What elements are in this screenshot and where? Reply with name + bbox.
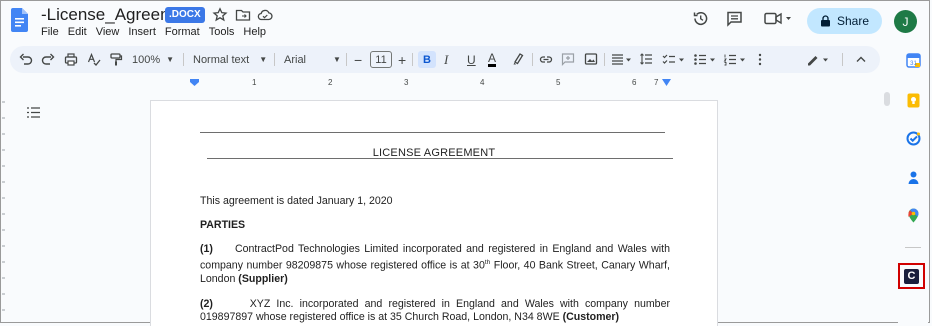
numbered-list-icon[interactable]	[723, 51, 747, 68]
party-1-paragraph: (1) ContractPod Technologies Limited inc…	[200, 243, 670, 286]
underline-button[interactable]: U	[467, 51, 476, 68]
menu-edit[interactable]: Edit	[68, 26, 87, 38]
menu-bar: File Edit View Insert Format Tools Help	[41, 26, 266, 38]
share-label: Share	[836, 14, 870, 28]
bold-button[interactable]: B	[418, 51, 436, 68]
font-size-input[interactable]: 11	[370, 51, 392, 68]
chevron-up-icon[interactable]	[855, 51, 867, 68]
vertical-ruler[interactable]	[0, 96, 6, 324]
highlight-color-icon[interactable]	[511, 51, 525, 68]
redo-icon[interactable]	[41, 51, 55, 68]
party-2-paragraph: (2) XYZ Inc. incorporated and registered…	[200, 298, 670, 325]
menu-tools[interactable]: Tools	[209, 26, 235, 38]
checklist-icon[interactable]	[662, 51, 686, 68]
style-select[interactable]: Normal text ▼	[193, 51, 267, 68]
italic-button[interactable]: I	[444, 51, 448, 68]
version-history-icon[interactable]	[692, 10, 709, 27]
more-options-icon[interactable]	[757, 51, 763, 68]
menu-file[interactable]: File	[41, 26, 59, 38]
lock-icon	[820, 15, 830, 27]
insert-link-icon[interactable]	[539, 51, 553, 68]
document-page[interactable]: LICENSE AGREEMENT This agreement is date…	[150, 100, 718, 326]
chevron-down-icon: ▼	[333, 55, 341, 64]
ruler-mark: 6	[632, 78, 637, 87]
formatting-toolbar: 100% ▼ Normal text ▼ Arial ▼ − 11 + B I U A	[10, 46, 880, 73]
spelling-check-icon[interactable]	[87, 51, 101, 68]
font-select[interactable]: Arial ▼	[284, 51, 341, 68]
svg-text:31: 31	[910, 61, 917, 67]
keep-notes-icon[interactable]	[906, 93, 921, 108]
indent-marker-icon[interactable]	[190, 79, 199, 87]
date-line: This agreement is dated January 1, 2020	[200, 195, 393, 207]
meet-video-icon[interactable]	[764, 10, 792, 27]
comments-icon[interactable]	[726, 10, 743, 27]
star-icon[interactable]	[212, 7, 228, 23]
party-2-number: (2)	[200, 298, 213, 310]
title-rule	[207, 158, 673, 159]
text-color-button[interactable]: A	[488, 51, 497, 67]
tasks-icon[interactable]	[906, 131, 921, 146]
document-outline-icon[interactable]	[27, 107, 40, 118]
undo-icon[interactable]	[19, 51, 33, 68]
add-comment-icon[interactable]	[561, 51, 575, 68]
chevron-down-icon: ▼	[259, 55, 268, 64]
right-indent-marker-icon[interactable]	[662, 79, 671, 87]
zoom-value: 100%	[132, 53, 161, 66]
google-docs-icon[interactable]	[11, 8, 28, 32]
maps-icon[interactable]	[906, 208, 921, 223]
menu-view[interactable]: View	[96, 26, 120, 38]
decrease-font-size-button[interactable]: −	[354, 51, 362, 68]
move-to-folder-icon[interactable]	[235, 7, 251, 23]
parties-heading: PARTIES	[200, 219, 246, 231]
editing-mode-icon[interactable]	[805, 51, 831, 68]
style-value: Normal text	[193, 53, 250, 66]
font-value: Arial	[284, 53, 307, 66]
vertical-scrollbar[interactable]	[884, 92, 890, 106]
file-type-badge: .DOCX	[165, 7, 205, 23]
line-spacing-icon[interactable]	[639, 51, 653, 68]
print-icon[interactable]	[64, 51, 78, 68]
menu-insert[interactable]: Insert	[128, 26, 156, 38]
party-1-number: (1)	[200, 243, 213, 255]
zoom-select[interactable]: 100% ▼	[132, 51, 174, 68]
avatar[interactable]: J	[894, 10, 917, 33]
ruler-mark: 1	[252, 78, 257, 87]
increase-font-size-button[interactable]: +	[398, 51, 406, 68]
ruler-mark: 3	[404, 78, 409, 87]
cloud-saved-icon[interactable]	[257, 7, 273, 23]
ruler-mark: 5	[556, 78, 561, 87]
menu-format[interactable]: Format	[165, 26, 200, 38]
bulleted-list-icon[interactable]	[693, 51, 717, 68]
insert-image-icon[interactable]	[584, 51, 598, 68]
side-panel-divider	[905, 247, 921, 248]
party-2-role: (Customer)	[562, 311, 620, 324]
contacts-icon[interactable]	[906, 170, 921, 185]
ruler-mark: 4	[480, 78, 485, 87]
horizontal-ruler[interactable]: 1 2 3 4 5 6 7	[150, 75, 716, 93]
align-icon[interactable]	[611, 51, 633, 68]
share-button[interactable]: Share	[807, 8, 882, 34]
addon-highlight: C	[898, 263, 925, 289]
menu-help[interactable]: Help	[243, 26, 266, 38]
party-1-role: (Supplier)	[238, 273, 288, 286]
ruler-mark: 2	[328, 78, 333, 87]
paint-format-icon[interactable]	[109, 51, 123, 68]
chevron-down-icon: ▼	[166, 55, 175, 64]
ruler-mark: 7	[654, 78, 659, 87]
contractpod-addon-icon[interactable]: C	[904, 268, 919, 284]
header-rule	[200, 132, 665, 133]
calendar-icon[interactable]: 31	[906, 53, 921, 68]
